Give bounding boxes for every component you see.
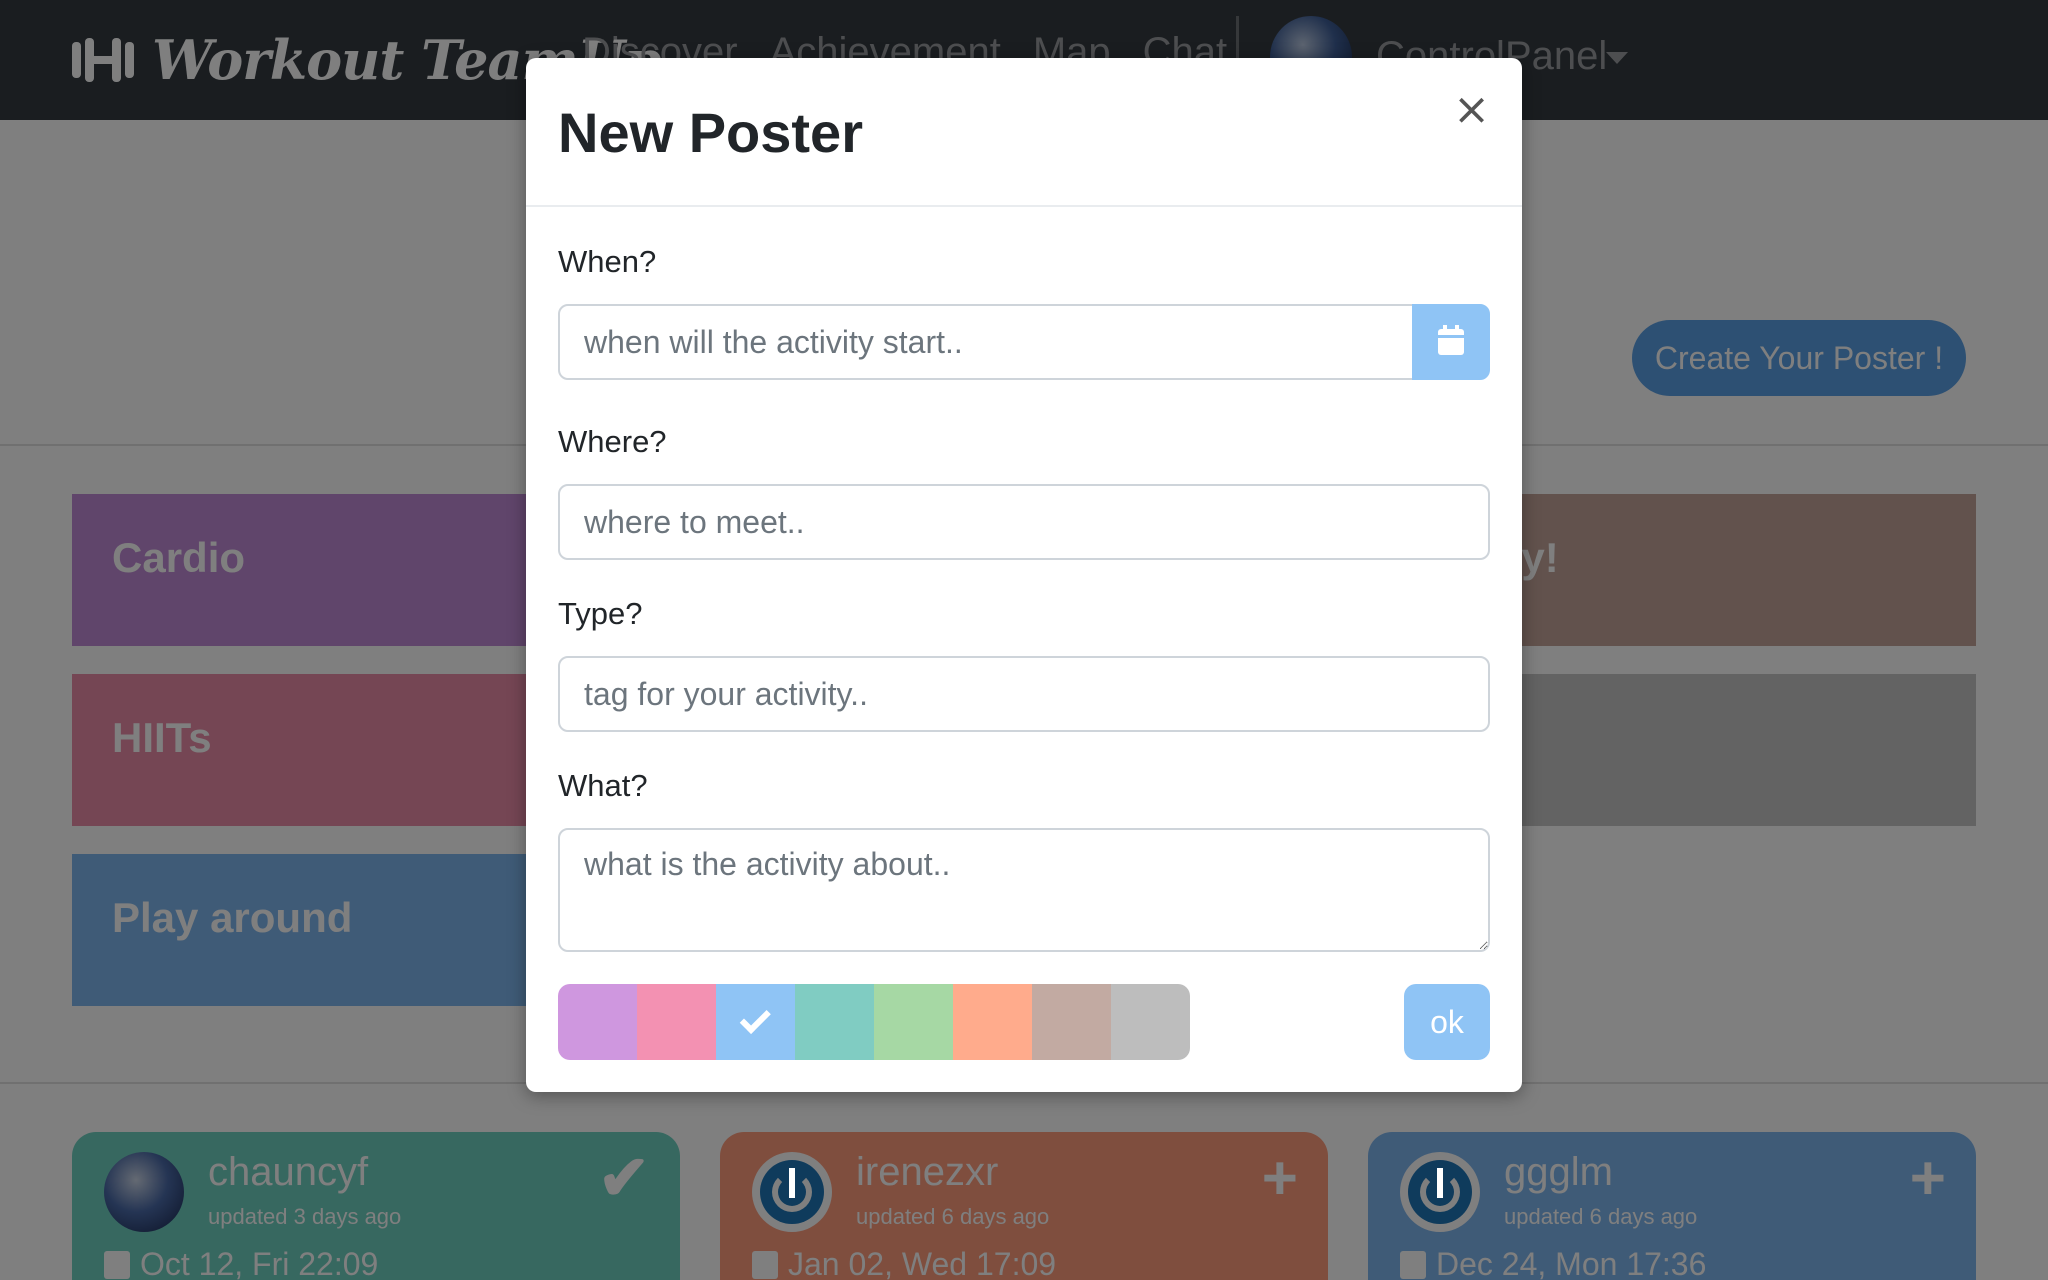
color-picker [558,984,1190,1060]
color-swatch[interactable] [1111,984,1190,1060]
modal-header: New Poster × [526,58,1522,207]
calendar-button[interactable] [1412,304,1490,380]
new-poster-modal: New Poster × When? Where? Type? What? ok [526,58,1522,1092]
what-label: What? [558,768,648,803]
what-textarea[interactable] [558,828,1490,952]
color-swatch[interactable] [953,984,1032,1060]
where-label: Where? [558,424,667,459]
type-label: Type? [558,596,643,631]
color-swatch[interactable] [1032,984,1111,1060]
close-icon[interactable]: × [1453,88,1490,132]
type-input[interactable] [558,656,1490,732]
calendar-icon [1438,325,1464,355]
color-swatch[interactable] [795,984,874,1060]
when-input[interactable] [558,304,1414,380]
color-swatch[interactable] [716,984,795,1060]
modal-title: New Poster [558,101,863,164]
when-label: When? [558,244,657,279]
check-icon [739,1002,771,1035]
where-input[interactable] [558,484,1490,560]
color-swatch[interactable] [637,984,716,1060]
ok-button[interactable]: ok [1404,984,1490,1060]
color-swatch[interactable] [874,984,953,1060]
color-swatch[interactable] [558,984,637,1060]
